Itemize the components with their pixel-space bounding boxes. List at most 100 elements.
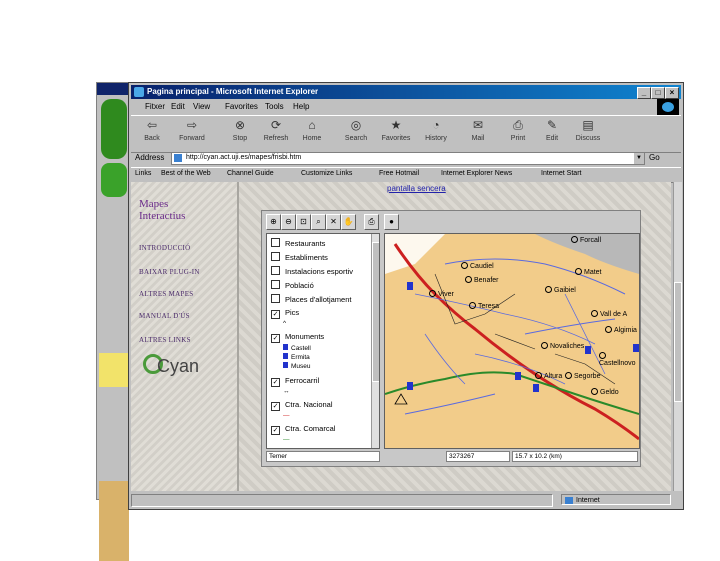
peak-symbol-icon: ^ (283, 320, 287, 327)
history-button[interactable]: ◔ History (419, 118, 453, 150)
close-button[interactable]: × (665, 87, 679, 99)
layer-ferrocarril[interactable]: ✓ Ferrocarril (271, 376, 319, 387)
legend-castell: Castell (283, 344, 311, 352)
regional-road-symbol-icon: — (283, 436, 290, 443)
mail-icon: ✉ (472, 118, 484, 132)
title-bar[interactable]: Pagina principal - Microsoft Internet Ex… (131, 85, 681, 99)
print-map-icon[interactable]: ⎙ (364, 214, 379, 230)
page-icon (174, 154, 182, 162)
menu-favorites[interactable]: Favorites (225, 102, 258, 111)
map-status-name: Temer (266, 451, 380, 462)
mail-button[interactable]: ✉ Mail (461, 118, 495, 150)
nav-altres-mapes[interactable]: ALTRES MAPES (139, 290, 194, 298)
back-icon: ⇦ (146, 118, 158, 132)
status-text (131, 494, 553, 507)
menu-edit[interactable]: Edit (171, 102, 185, 111)
nav-altres-links[interactable]: ALTRES LINKS (139, 336, 191, 344)
link-ie-news[interactable]: Internet Explorer News (441, 170, 512, 177)
link-channel-guide[interactable]: Channel Guide (227, 170, 274, 177)
town-label: Caudiel (461, 262, 494, 270)
town-label: Gaibiel (545, 286, 576, 294)
edit-button[interactable]: ✎ Edit (535, 118, 569, 150)
zoom-out-icon[interactable]: ⊖ (281, 214, 296, 230)
favorites-icon: ★ (390, 118, 402, 132)
address-url: http://cyan.act.uji.es/mapes/frisbi.htm (186, 154, 302, 161)
map-canvas[interactable]: Forcall Caudiel Benafer Viver Teresa Gai… (384, 233, 640, 449)
links-label: Links (135, 170, 152, 177)
go-button[interactable]: Go (649, 153, 660, 162)
address-input[interactable]: http://cyan.act.uji.es/mapes/frisbi.htm … (171, 152, 645, 165)
toolbar: ⇦ Back ⇨ Forward ⊗ Stop ⟳ Refresh ⌂ Home ◎ Sea… (131, 115, 681, 153)
minimize-button[interactable]: _ (637, 87, 651, 99)
identify-icon[interactable]: ⌕ (311, 214, 326, 230)
link-best-of-web[interactable]: Best of the Web (161, 170, 211, 177)
maximize-button[interactable]: □ (651, 87, 665, 99)
yellow-panel (99, 353, 129, 387)
map-status-scale: 15.7 x 10.2 (km) (512, 451, 638, 462)
town-label: Benafer (465, 276, 499, 284)
legend-museu: Museu (283, 362, 311, 370)
forward-button[interactable]: ⇨ Forward (175, 118, 209, 150)
town-label: Matet (575, 268, 602, 276)
map-drawing (385, 234, 639, 441)
layer-instalacions[interactable]: Instalacions esportiv (271, 266, 353, 276)
layer-pics[interactable]: ✓ Pics (271, 308, 299, 319)
search-button[interactable]: ◎ Search (339, 118, 373, 150)
home-button[interactable]: ⌂ Home (295, 118, 329, 150)
link-customize-links[interactable]: Customize Links (301, 170, 352, 177)
overview-icon[interactable]: ● (384, 214, 399, 230)
layer-ctra-comarcal[interactable]: ✓ Ctra. Comarcal (271, 424, 335, 435)
cyan-logo: Cyan (143, 354, 199, 377)
site-title: Mapes Interactius (139, 198, 186, 222)
favorites-button[interactable]: ★ Favorites (379, 118, 413, 150)
zoom-in-icon[interactable]: ⊕ (266, 214, 281, 230)
frog-image (101, 99, 127, 159)
town-label: Altura (535, 372, 562, 380)
page-scrollbar[interactable] (673, 182, 682, 491)
layer-monuments[interactable]: ✓ Monuments (271, 332, 324, 343)
layer-list-scrollbar[interactable] (371, 234, 379, 448)
map-status: Temer 3273267 15.7 x 10.2 (km) (266, 451, 638, 462)
measure-icon[interactable]: ✕ (326, 214, 341, 230)
menu-bar: Fitxer Edit View Favorites Tools Help (131, 100, 681, 114)
stop-button[interactable]: ⊗ Stop (223, 118, 257, 150)
town-label: Segorbe (565, 372, 600, 380)
layer-establiments[interactable]: Establiments (271, 252, 328, 262)
nav-manual[interactable]: MANUAL D'ÚS (139, 312, 190, 320)
nav-baixar-plugin[interactable]: BAIXAR PLUG-IN (139, 268, 200, 276)
town-label: Forcall (571, 236, 601, 244)
layer-poblacio[interactable]: Població (271, 280, 314, 290)
layer-ctra-nacional[interactable]: ✓ Ctra. Nacional (271, 400, 333, 411)
town-label: Castellnovo (599, 352, 639, 367)
layer-places[interactable]: Places d'allotjament (271, 294, 351, 304)
address-bar: Address http://cyan.act.uji.es/mapes/fri… (131, 151, 681, 166)
search-icon: ◎ (350, 118, 362, 132)
refresh-button[interactable]: ⟳ Refresh (259, 118, 293, 150)
discuss-button[interactable]: ▤ Discuss (571, 118, 605, 150)
layer-restaurants[interactable]: Restaurants (271, 238, 325, 248)
menu-help[interactable]: Help (293, 102, 309, 111)
map-status-coords: 3273267 (446, 451, 510, 462)
scroll-thumb[interactable] (674, 282, 682, 402)
menu-view[interactable]: View (193, 102, 210, 111)
edit-icon: ✎ (546, 118, 558, 132)
left-frame: Mapes Interactius INTRODUCCIÓ BAIXAR PLU… (131, 182, 239, 491)
address-dropdown-icon[interactable]: ▼ (634, 153, 644, 164)
nav-introduccio[interactable]: INTRODUCCIÓ (139, 244, 191, 252)
menu-file[interactable]: Fitxer (145, 102, 165, 111)
town-label: Viver (429, 290, 454, 298)
pan-icon[interactable]: ✋ (341, 214, 356, 230)
fullscreen-link[interactable]: pantalla sencera (387, 184, 446, 193)
menu-tools[interactable]: Tools (265, 102, 284, 111)
town-label: Geldo (591, 388, 619, 396)
back-button[interactable]: ⇦ Back (135, 118, 169, 150)
links-bar: Links Best of the Web Channel Guide Cust… (131, 167, 681, 183)
print-button[interactable]: ⎙ Print (501, 118, 535, 150)
zoom-box-icon[interactable]: ⊡ (296, 214, 311, 230)
ie-throbber-icon (657, 99, 679, 115)
town-label: Vall de A (591, 310, 627, 318)
link-internet-start[interactable]: Internet Start (541, 170, 581, 177)
history-icon: ◔ (432, 118, 440, 132)
address-label: Address (135, 153, 165, 162)
link-free-hotmail[interactable]: Free Hotmail (379, 170, 419, 177)
